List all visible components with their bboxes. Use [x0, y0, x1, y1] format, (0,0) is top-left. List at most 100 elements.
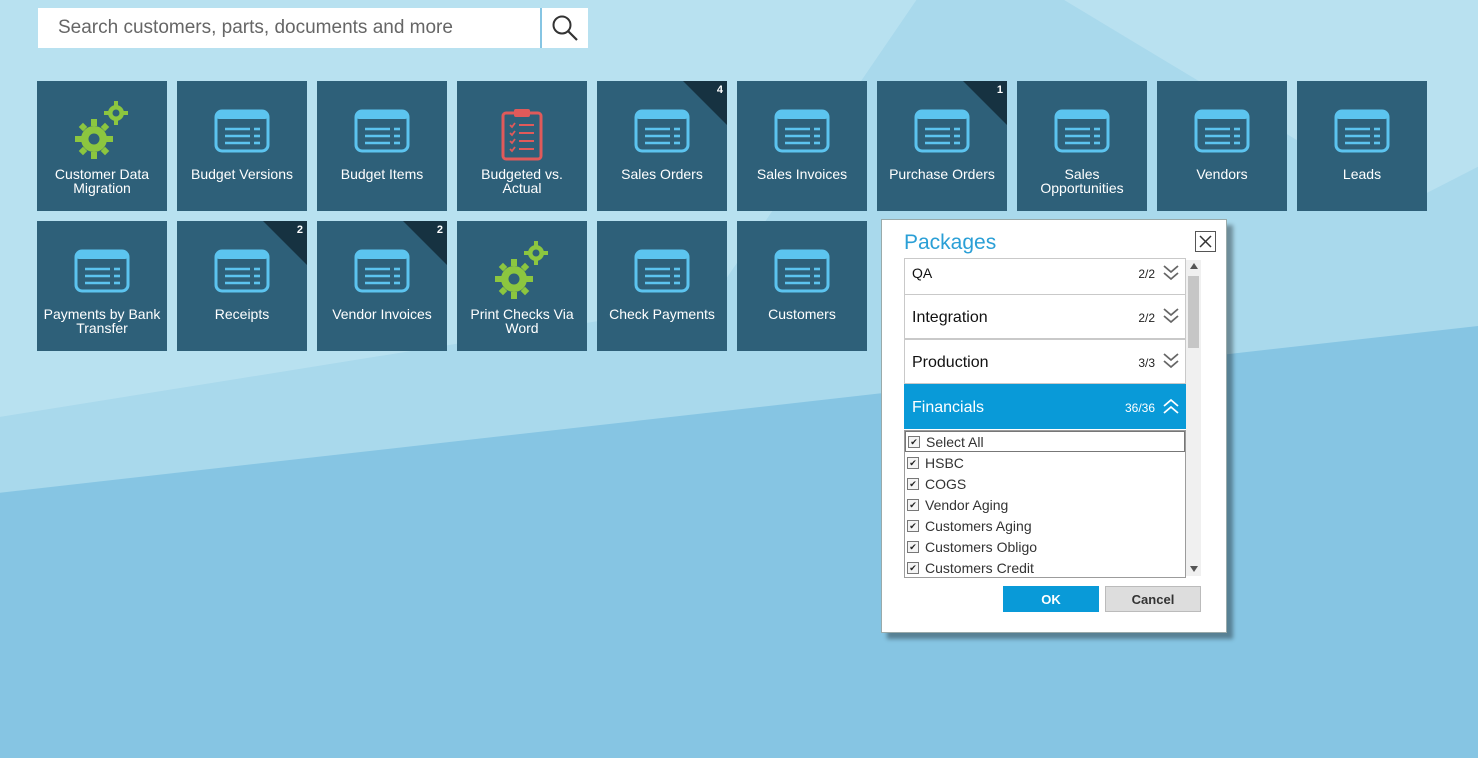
package-item-vendor-aging[interactable]: ✔ Vendor Aging	[905, 494, 1185, 515]
tile-leads[interactable]: Leads	[1297, 81, 1427, 211]
tile-vendor-invoices[interactable]: Vendor Invoices 2	[317, 221, 447, 351]
tile-sales-orders[interactable]: Sales Orders 4	[597, 81, 727, 211]
tile-customer-data-migration[interactable]: Customer Data Migration	[37, 81, 167, 211]
screen-list-icon	[597, 249, 727, 293]
tile-label: Print Checks Via Word	[470, 306, 574, 336]
tile-budget-versions[interactable]: Budget Versions	[177, 81, 307, 211]
tile-label: Customers	[768, 306, 836, 322]
package-item-cogs[interactable]: ✔ COGS	[905, 473, 1185, 494]
package-item-label: Vendor Aging	[925, 496, 1009, 513]
screen-list-icon	[37, 249, 167, 293]
chevron-double-down-icon	[1163, 308, 1179, 324]
screen-list-icon	[737, 249, 867, 293]
chevron-double-down-icon	[1163, 353, 1179, 369]
tile-label: Sales Invoices	[756, 166, 848, 182]
section-name: Integration	[912, 309, 988, 326]
scroll-up-icon[interactable]	[1190, 263, 1198, 269]
screen-list-icon	[317, 109, 447, 153]
package-item-label: HSBC	[925, 454, 964, 471]
package-item-customers-aging[interactable]: ✔ Customers Aging	[905, 515, 1185, 536]
search-bar	[38, 8, 588, 48]
package-section-financials[interactable]: Financials 36/36	[904, 384, 1186, 429]
tile-badge-count: 2	[296, 224, 303, 236]
ok-button[interactable]: OK	[1003, 586, 1099, 612]
tile-badge-count: 4	[716, 84, 723, 96]
section-name: Production	[912, 354, 989, 371]
packages-dialog: Packages QA 2/2 Integration 2/2 Producti…	[881, 219, 1227, 633]
tile-purchase-orders[interactable]: Purchase Orders 1	[877, 81, 1007, 211]
close-icon	[1199, 235, 1212, 248]
package-section-production[interactable]: Production 3/3	[904, 339, 1186, 384]
tile-row-1: Customer Data Migration Budget Versions Bu…	[37, 81, 1437, 211]
checkbox-checked-icon[interactable]: ✔	[907, 498, 919, 511]
close-button[interactable]	[1195, 231, 1216, 252]
select-all-checkbox-row[interactable]: ✔ Select All	[905, 431, 1185, 452]
screen-list-icon	[1297, 109, 1427, 153]
checkbox-checked-icon[interactable]: ✔	[907, 540, 919, 553]
section-count: 2/2	[1138, 311, 1155, 325]
section-name: Financials	[912, 399, 985, 416]
package-item-list: ✔ Select All ✔ HSBC ✔ COGS ✔ Vendor Aging ✔ Custo…	[904, 430, 1186, 578]
tile-receipts[interactable]: Receipts 2	[177, 221, 307, 351]
checkbox-checked-icon[interactable]: ✔	[907, 519, 919, 532]
tile-print-checks-via-word[interactable]: Print Checks Via Word	[457, 221, 587, 351]
dialog-title: Packages	[904, 231, 997, 254]
checkbox-checked-icon[interactable]: ✔	[907, 561, 919, 574]
clipboard-icon	[457, 107, 587, 161]
tile-budget-items[interactable]: Budget Items	[317, 81, 447, 211]
package-item-hsbc[interactable]: ✔ HSBC	[905, 452, 1185, 473]
scrollbar-thumb[interactable]	[1188, 276, 1199, 348]
tile-label: Payments by Bank Transfer	[43, 306, 161, 336]
screen-list-icon	[177, 109, 307, 153]
tile-customers[interactable]: Customers	[737, 221, 867, 351]
package-section-qa[interactable]: QA 2/2	[904, 258, 1186, 296]
package-item-label: Customers Credit	[925, 559, 1034, 576]
package-item-customers-credit[interactable]: ✔ Customers Credit	[905, 557, 1185, 577]
cancel-button[interactable]: Cancel	[1105, 586, 1201, 612]
tile-label: Receipts	[214, 306, 270, 322]
tile-label: Sales Opportunities	[1040, 166, 1124, 196]
section-count: 36/36	[1124, 401, 1155, 415]
search-input[interactable]	[38, 8, 540, 48]
tile-label: Budgeted vs. Actual	[481, 166, 563, 196]
tile-payments-by-bank-transfer[interactable]: Payments by Bank Transfer	[37, 221, 167, 351]
tile-check-payments[interactable]: Check Payments	[597, 221, 727, 351]
package-section-integration[interactable]: Integration 2/2	[904, 294, 1186, 339]
tile-label: Budget Versions	[191, 166, 293, 182]
tile-sales-invoices[interactable]: Sales Invoices	[737, 81, 867, 211]
tile-label: Vendors	[1196, 166, 1248, 182]
checkbox-checked-icon[interactable]: ✔	[908, 435, 920, 448]
package-item-customers-obligo[interactable]: ✔ Customers Obligo	[905, 536, 1185, 557]
package-item-label: COGS	[925, 475, 967, 492]
gears-icon	[37, 99, 167, 161]
tile-label: Check Payments	[609, 306, 715, 322]
checkbox-checked-icon[interactable]: ✔	[907, 477, 919, 490]
tile-budgeted-vs-actual[interactable]: Budgeted vs. Actual	[457, 81, 587, 211]
tile-label: Purchase Orders	[889, 166, 995, 182]
tile-label: Vendor Invoices	[332, 306, 432, 322]
scroll-down-icon[interactable]	[1190, 566, 1198, 572]
tile-badge-count: 2	[436, 224, 443, 236]
package-item-label: Select All	[926, 433, 984, 450]
package-item-label: Customers Aging	[925, 517, 1032, 534]
tile-grid: Customer Data Migration Budget Versions Bu…	[37, 81, 1437, 361]
chevron-double-up-icon	[1163, 398, 1179, 414]
checkbox-checked-icon[interactable]: ✔	[907, 456, 919, 469]
search-button[interactable]	[540, 8, 588, 48]
section-count: 2/2	[1138, 267, 1155, 281]
tile-sales-opportunities[interactable]: Sales Opportunities	[1017, 81, 1147, 211]
screen-list-icon	[1157, 109, 1287, 153]
tile-label: Budget Items	[340, 166, 424, 182]
chevron-double-down-icon	[1163, 265, 1179, 281]
search-icon	[552, 15, 578, 41]
package-item-label: Customers Obligo	[925, 538, 1038, 555]
tile-row-2: Payments by Bank Transfer Receipts 2 Vendor…	[37, 221, 1437, 351]
tile-label: Sales Orders	[621, 166, 703, 182]
screen-list-icon	[1017, 109, 1147, 153]
section-count: 3/3	[1138, 356, 1155, 370]
tile-badge-count: 1	[996, 84, 1003, 96]
tile-label: Customer Data Migration	[54, 166, 150, 196]
screen-list-icon	[737, 109, 867, 153]
tile-vendors[interactable]: Vendors	[1157, 81, 1287, 211]
scrollbar[interactable]	[1186, 260, 1201, 576]
